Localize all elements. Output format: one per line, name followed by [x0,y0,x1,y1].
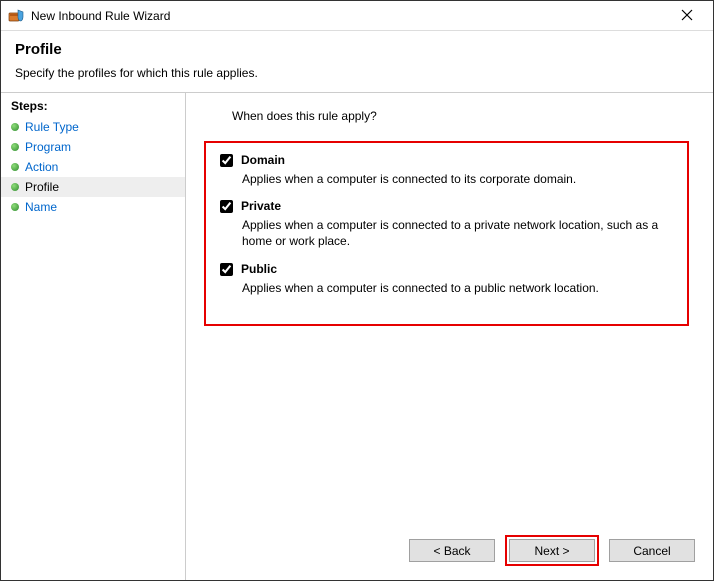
option-private: Private Applies when a computer is conne… [220,199,673,249]
wizard-window: New Inbound Rule Wizard Profile Specify … [0,0,714,581]
step-label[interactable]: Program [25,140,71,154]
header: Profile Specify the profiles for which t… [1,31,713,92]
checkbox-private[interactable] [220,200,233,213]
titlebar: New Inbound Rule Wizard [1,1,713,31]
page-subtitle: Specify the profiles for which this rule… [15,66,699,80]
option-public-desc: Applies when a computer is connected to … [242,280,673,296]
back-button[interactable]: < Back [409,539,495,562]
option-domain-desc: Applies when a computer is connected to … [242,171,673,187]
option-private-desc: Applies when a computer is connected to … [242,217,673,249]
option-public: Public Applies when a computer is connec… [220,262,673,296]
app-icon [7,7,25,25]
step-name[interactable]: Name [1,197,185,217]
bullet-icon [11,203,19,211]
steps-sidebar: Steps: Rule Type Program Action Profile … [1,93,186,580]
next-button[interactable]: Next > [509,539,595,562]
option-domain-row[interactable]: Domain [220,153,673,167]
bullet-icon [11,183,19,191]
step-rule-type[interactable]: Rule Type [1,117,185,137]
checkbox-domain[interactable] [220,154,233,167]
bullet-icon [11,123,19,131]
step-label: Profile [25,180,59,194]
prompt-text: When does this rule apply? [232,109,695,123]
bullet-icon [11,163,19,171]
window-title: New Inbound Rule Wizard [31,9,667,23]
steps-heading: Steps: [1,99,185,117]
option-domain: Domain Applies when a computer is connec… [220,153,673,187]
body: Steps: Rule Type Program Action Profile … [1,92,713,580]
step-profile[interactable]: Profile [1,177,185,197]
next-highlight: Next > [505,535,599,566]
option-public-row[interactable]: Public [220,262,673,276]
option-private-label: Private [241,199,281,213]
checkbox-public[interactable] [220,263,233,276]
cancel-button[interactable]: Cancel [609,539,695,562]
option-public-label: Public [241,262,277,276]
main-panel: When does this rule apply? Domain Applie… [186,93,713,580]
step-label[interactable]: Name [25,200,57,214]
bullet-icon [11,143,19,151]
step-action[interactable]: Action [1,157,185,177]
option-private-row[interactable]: Private [220,199,673,213]
step-program[interactable]: Program [1,137,185,157]
option-domain-label: Domain [241,153,285,167]
page-title: Profile [15,41,699,58]
close-icon[interactable] [667,8,707,24]
options-highlight: Domain Applies when a computer is connec… [204,141,689,326]
step-label[interactable]: Rule Type [25,120,79,134]
step-label[interactable]: Action [25,160,58,174]
button-row: < Back Next > Cancel [409,535,695,566]
